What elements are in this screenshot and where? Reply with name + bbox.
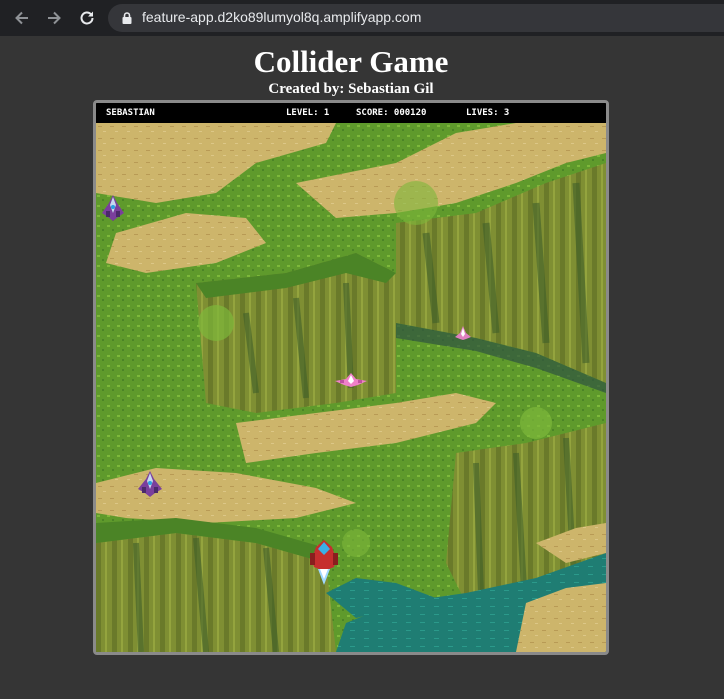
enemy-ship bbox=[334, 371, 368, 389]
url-text[interactable]: feature-app.d2ko89lumyol8q.amplifyapp.co… bbox=[142, 9, 421, 25]
hud-score: SCORE: 000120 bbox=[356, 108, 427, 118]
player-ship[interactable] bbox=[308, 539, 340, 587]
page-subtitle: Created by: Sebastian Gil bbox=[268, 81, 434, 97]
browser-toolbar: feature-app.d2ko89lumyol8q.amplifyapp.co… bbox=[0, 0, 724, 36]
lock-icon[interactable] bbox=[120, 11, 134, 25]
hud-level: LEVEL: 1 bbox=[286, 108, 330, 118]
hud-player-name: SEBASTIAN bbox=[106, 108, 155, 118]
page-title: Collider Game bbox=[253, 44, 449, 79]
address-bar[interactable]: feature-app.d2ko89lumyol8q.amplifyapp.co… bbox=[108, 4, 724, 32]
game-playfield[interactable] bbox=[96, 123, 606, 652]
game-canvas[interactable]: SEBASTIAN LEVEL: 1 SCORE: 000120 LIVES: … bbox=[93, 100, 609, 655]
back-arrow-icon[interactable] bbox=[11, 7, 33, 29]
enemy-ship bbox=[454, 325, 472, 341]
game-hud: SEBASTIAN LEVEL: 1 SCORE: 000120 LIVES: … bbox=[96, 103, 606, 123]
enemy-ship bbox=[100, 193, 126, 223]
hud-lives: LIVES: 3 bbox=[466, 108, 510, 118]
forward-arrow-icon[interactable] bbox=[43, 7, 65, 29]
reload-icon[interactable] bbox=[76, 7, 98, 29]
enemy-ship bbox=[136, 469, 164, 499]
